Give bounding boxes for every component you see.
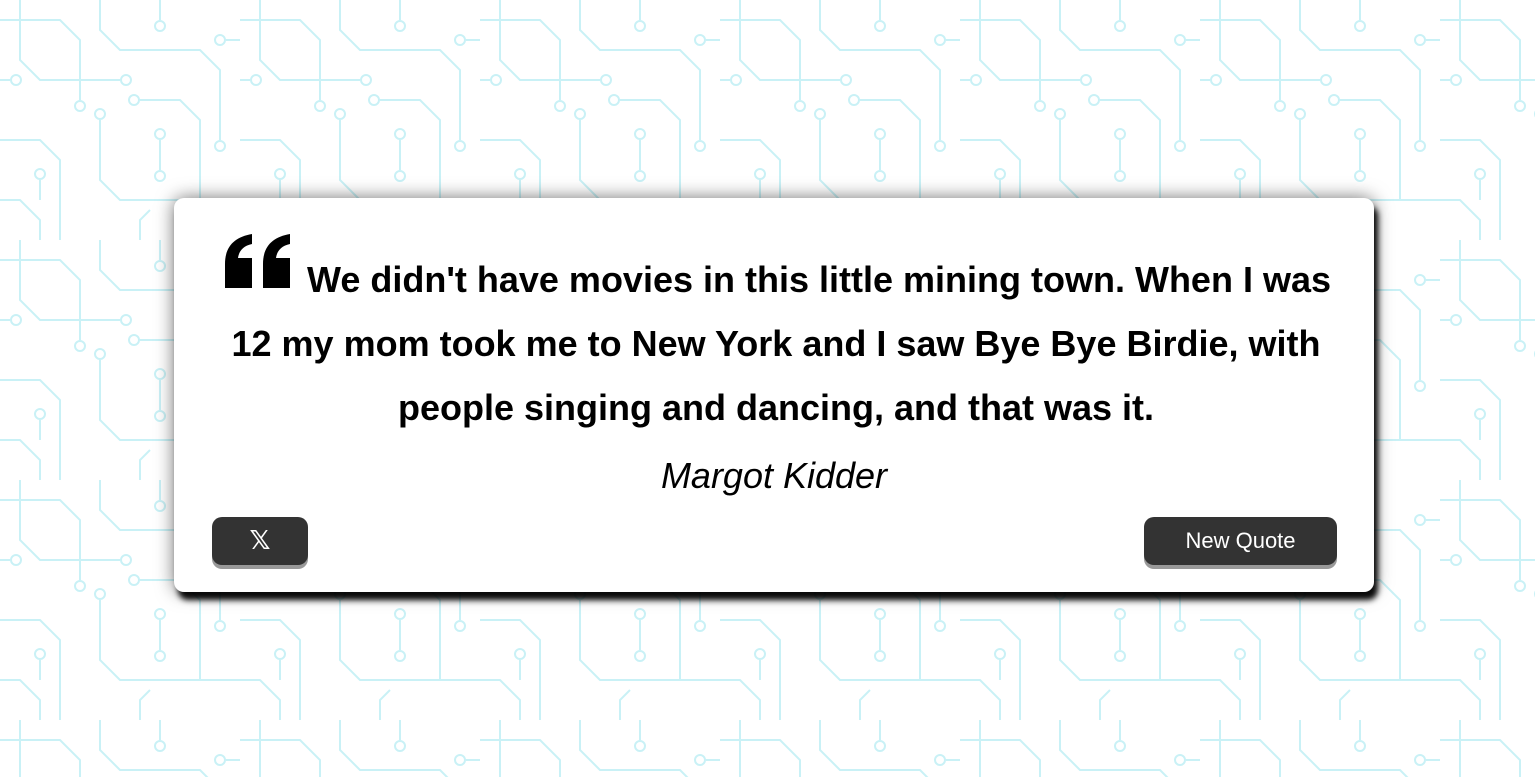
quote-text-block: We didn't have movies in this little min…: [214, 234, 1338, 440]
new-quote-button[interactable]: New Quote: [1144, 517, 1337, 565]
x-logo-icon: 𝕏: [249, 526, 271, 556]
quote-text: We didn't have movies in this little min…: [231, 259, 1332, 428]
quote-left-icon: [221, 234, 295, 288]
quote-author: Margot Kidder: [660, 455, 888, 496]
quote-card: We didn't have movies in this little min…: [174, 198, 1374, 592]
tweet-button[interactable]: 𝕏: [212, 517, 308, 565]
